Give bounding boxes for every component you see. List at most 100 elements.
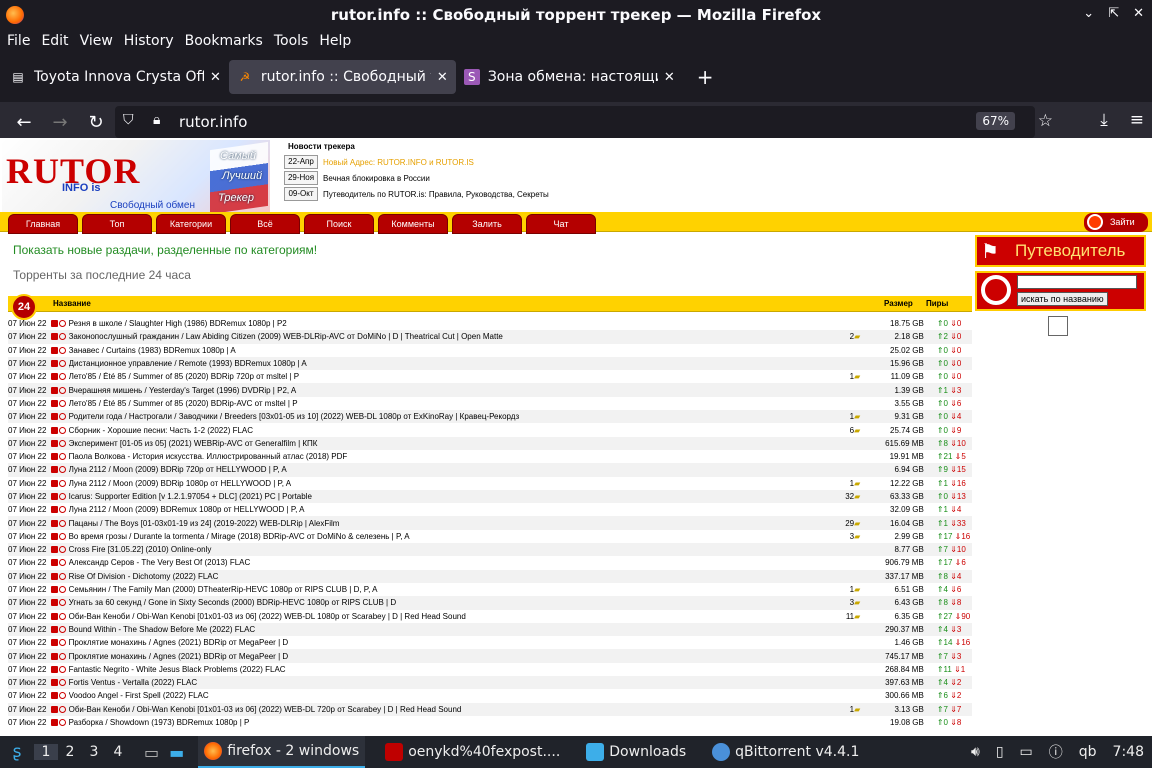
row-title-link[interactable]: Родители года / Настрогали / Заводчики /… [69, 412, 831, 421]
magnet-icon[interactable] [59, 719, 66, 727]
shield-icon[interactable]: ⛉ [123, 112, 134, 128]
row-title-link[interactable]: Проклятие монахинь / Agnes (2021) BDRip … [69, 652, 831, 661]
forward-icon[interactable]: → [42, 112, 78, 133]
site-logo[interactable]: RUTOR INFO is Свободный обмен Самый Лучш… [2, 140, 270, 215]
row-title-link[interactable]: Fortis Ventus - Vertalla (2022) FLAC [69, 678, 831, 687]
menu-help[interactable]: Help [319, 33, 351, 49]
download-icon[interactable] [51, 705, 58, 713]
row-comments[interactable]: 6▰ [831, 426, 861, 435]
workspace-3[interactable]: 3 [82, 744, 106, 760]
download-icon[interactable] [51, 439, 58, 447]
clipboard-icon[interactable]: ▯ [996, 744, 1004, 760]
magnet-icon[interactable] [59, 373, 66, 381]
download-icon[interactable] [51, 519, 58, 527]
row-title-link[interactable]: Rise Of Division - Dichotomy (2022) FLAC [69, 572, 831, 581]
row-title-link[interactable]: Занавес / Curtains (1983) BDRemux 1080p … [69, 346, 831, 355]
download-icon[interactable] [51, 373, 58, 381]
row-comments[interactable]: 1▰ [831, 412, 861, 421]
downloads-icon[interactable]: ⤓ [1100, 110, 1108, 130]
magnet-icon[interactable] [59, 665, 66, 673]
row-comments[interactable]: 32▰ [831, 492, 860, 501]
close-tab-icon[interactable]: ✕ [437, 70, 448, 85]
magnet-icon[interactable] [59, 479, 66, 487]
checkbox[interactable] [1048, 316, 1068, 336]
row-title-link[interactable]: Семьянин / The Family Man (2000) DTheate… [69, 585, 831, 594]
download-icon[interactable] [51, 719, 58, 727]
magnet-icon[interactable] [59, 399, 66, 407]
download-icon[interactable] [51, 665, 58, 673]
magnet-icon[interactable] [59, 386, 66, 394]
row-title-link[interactable]: Эксперимент [01-05 из 05] (2021) WEBRip-… [69, 439, 831, 448]
download-icon[interactable] [51, 399, 58, 407]
magnet-icon[interactable] [59, 413, 66, 421]
taskbar-app-firefox[interactable]: firefox - 2 windows [198, 736, 366, 768]
row-title-link[interactable]: Сборник - Хорошие песни: Часть 1-2 (2022… [69, 426, 831, 435]
row-comments[interactable]: 2▰ [831, 332, 861, 341]
magnet-icon[interactable] [59, 679, 66, 687]
row-title-link[interactable]: Пацаны / The Boys [01-03x01-19 из 24] (2… [69, 519, 831, 528]
taskbar-app-filezilla[interactable]: oenykd%40fexpost.... [379, 736, 566, 768]
volume-icon[interactable]: 🔊︎ [971, 744, 980, 760]
search-input[interactable] [1017, 275, 1137, 289]
site-menu-chat[interactable]: Чат [526, 214, 596, 234]
download-icon[interactable] [51, 599, 58, 607]
magnet-icon[interactable] [59, 346, 66, 354]
row-comments[interactable]: 1▰ [831, 372, 861, 381]
notifications-icon[interactable]: ⓘ [1049, 742, 1063, 762]
download-icon[interactable] [51, 692, 58, 700]
search-button[interactable]: искать по названию [1017, 292, 1108, 306]
close-tab-icon[interactable]: ✕ [664, 70, 675, 85]
row-title-link[interactable]: Оби-Ван Кеноби / Obi-Wan Kenobi [01x01-0… [69, 705, 831, 714]
site-menu-comments[interactable]: Комменты [378, 214, 448, 234]
magnet-icon[interactable] [59, 320, 66, 328]
download-icon[interactable] [51, 386, 58, 394]
qbittorrent-tray-icon[interactable]: qb [1079, 744, 1097, 760]
magnet-icon[interactable] [59, 559, 66, 567]
magnet-icon[interactable] [59, 493, 66, 500]
magnet-icon[interactable] [59, 466, 66, 474]
row-comments[interactable]: 11▰ [831, 612, 860, 621]
download-icon[interactable] [51, 466, 58, 474]
magnet-icon[interactable] [59, 639, 66, 647]
magnet-icon[interactable] [59, 612, 66, 620]
download-icon[interactable] [51, 453, 58, 461]
tab-zona[interactable]: S Зона обмена: настоящи ✕ [456, 60, 683, 94]
close-tab-icon[interactable]: ✕ [210, 70, 221, 85]
download-icon[interactable] [51, 413, 58, 421]
row-title-link[interactable]: Во время грозы / Durante la tormenta / M… [69, 532, 831, 541]
magnet-icon[interactable] [59, 599, 66, 607]
site-menu-upload[interactable]: Залить [452, 214, 522, 234]
row-title-link[interactable]: Icarus: Supporter Edition [v 1.2.1.97054… [69, 492, 831, 501]
magnet-icon[interactable] [59, 572, 66, 580]
row-title-link[interactable]: Лето'85 / Été 85 / Summer of 85 (2020) B… [69, 372, 831, 381]
reload-icon[interactable]: ↻ [78, 112, 114, 133]
menu-tools[interactable]: Tools [274, 33, 309, 49]
magnet-icon[interactable] [59, 506, 66, 514]
row-comments[interactable]: 1▰ [831, 479, 861, 488]
header-size[interactable]: Размер [884, 299, 926, 308]
magnet-icon[interactable] [59, 625, 66, 633]
minimize-icon[interactable]: ⌄ [1083, 6, 1094, 21]
taskbar-app-downloads[interactable]: Downloads [580, 736, 692, 768]
magnet-icon[interactable] [59, 360, 66, 368]
restore-icon[interactable]: ⇱ [1108, 6, 1119, 21]
tab-rutor[interactable]: ☭ rutor.info :: Свободный т ✕ [228, 60, 456, 94]
row-title-link[interactable]: Дистанционное управление / Remote (1993)… [69, 359, 831, 368]
download-icon[interactable] [51, 572, 58, 580]
menu-bookmarks[interactable]: Bookmarks [185, 33, 263, 49]
download-icon[interactable] [51, 360, 58, 368]
row-title-link[interactable]: Луна 2112 / Moon (2009) BDRemux 1080p от… [69, 505, 831, 514]
row-title-link[interactable]: Voodoo Angel - First Spell (2022) FLAC [69, 691, 831, 700]
row-title-link[interactable]: Законопослушный гражданин / Law Abiding … [69, 332, 831, 341]
download-icon[interactable] [51, 479, 58, 487]
magnet-icon[interactable] [59, 426, 66, 434]
row-comments[interactable]: 1▰ [831, 705, 861, 714]
menu-view[interactable]: View [80, 33, 113, 49]
url-bar[interactable]: ⛉ 🔒︎ rutor.info 67% ☆ [115, 106, 1053, 138]
download-icon[interactable] [51, 639, 58, 647]
row-title-link[interactable]: Лето'85 / Été 85 / Summer of 85 (2020) B… [69, 399, 831, 408]
row-title-link[interactable]: Луна 2112 / Moon (2009) BDRip 1080p от H… [69, 479, 831, 488]
bookmark-star-icon[interactable]: ☆ [1038, 111, 1053, 131]
workspace-4[interactable]: 4 [106, 744, 130, 760]
site-menu-home[interactable]: Главная [8, 214, 78, 234]
